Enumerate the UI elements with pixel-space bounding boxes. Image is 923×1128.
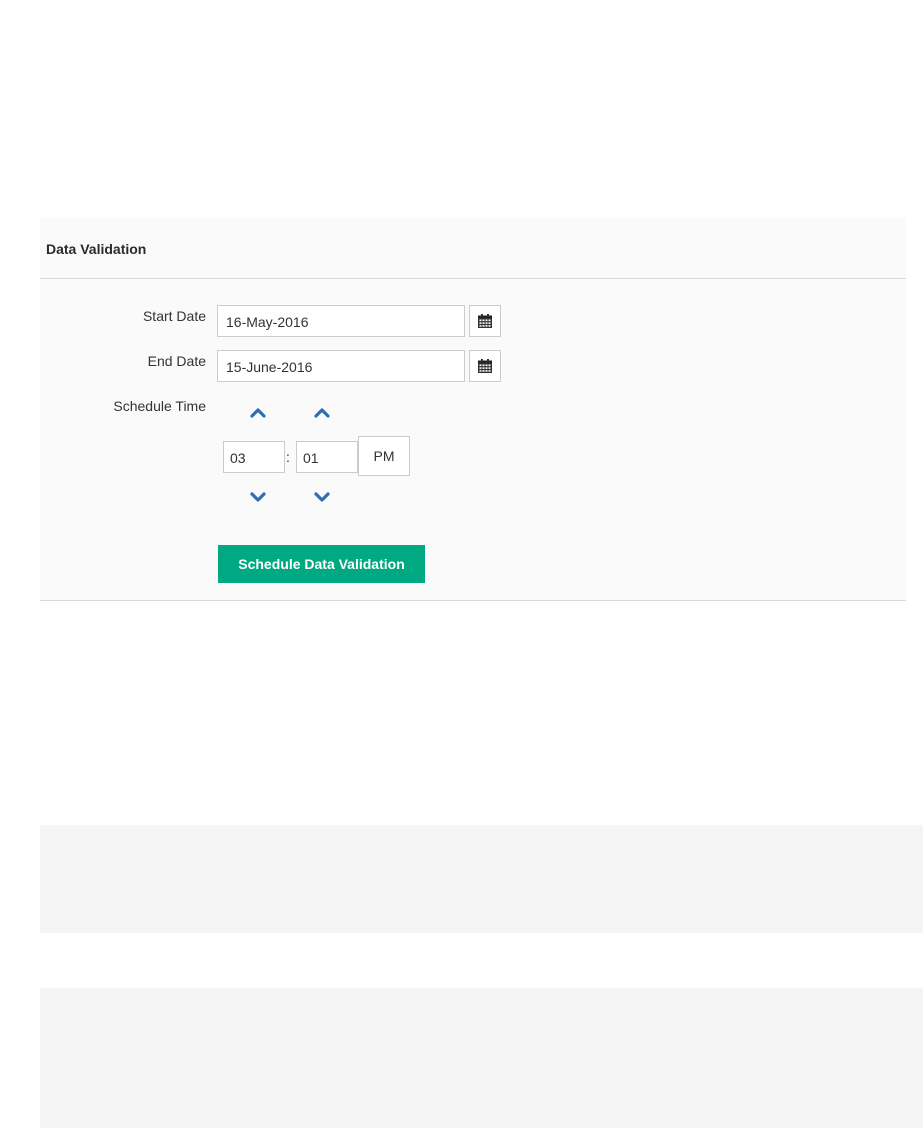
chevron-down-icon bbox=[314, 492, 330, 502]
data-validation-panel: Data Validation Start Date 16-May-2016 E… bbox=[40, 218, 906, 601]
start-date-input[interactable]: 16-May-2016 bbox=[217, 305, 465, 337]
calendar-icon bbox=[478, 359, 492, 373]
chevron-up-icon bbox=[250, 408, 266, 418]
time-separator: : bbox=[286, 449, 290, 465]
panel-header: Data Validation bbox=[40, 218, 906, 279]
start-date-label: Start Date bbox=[142, 308, 206, 324]
minute-input[interactable]: 01 bbox=[296, 441, 358, 473]
chevron-up-icon bbox=[314, 408, 330, 418]
hour-input[interactable]: 03 bbox=[223, 441, 285, 473]
chevron-down-icon bbox=[250, 492, 266, 502]
end-date-label: End Date bbox=[147, 353, 206, 369]
minute-increment-button[interactable] bbox=[310, 404, 334, 422]
panel-title: Data Validation bbox=[46, 241, 147, 257]
end-date-calendar-button[interactable] bbox=[469, 350, 501, 382]
schedule-time-label: Schedule Time bbox=[113, 398, 206, 414]
hour-increment-button[interactable] bbox=[246, 404, 270, 422]
hour-decrement-button[interactable] bbox=[246, 488, 270, 506]
am-pm-toggle[interactable]: PM bbox=[358, 436, 410, 476]
end-date-input[interactable]: 15-June-2016 bbox=[217, 350, 465, 382]
empty-panel bbox=[40, 825, 923, 933]
start-date-calendar-button[interactable] bbox=[469, 305, 501, 337]
empty-panel bbox=[40, 988, 923, 1128]
minute-decrement-button[interactable] bbox=[310, 488, 334, 506]
schedule-data-validation-button[interactable]: Schedule Data Validation bbox=[218, 545, 425, 583]
calendar-icon bbox=[478, 314, 492, 328]
